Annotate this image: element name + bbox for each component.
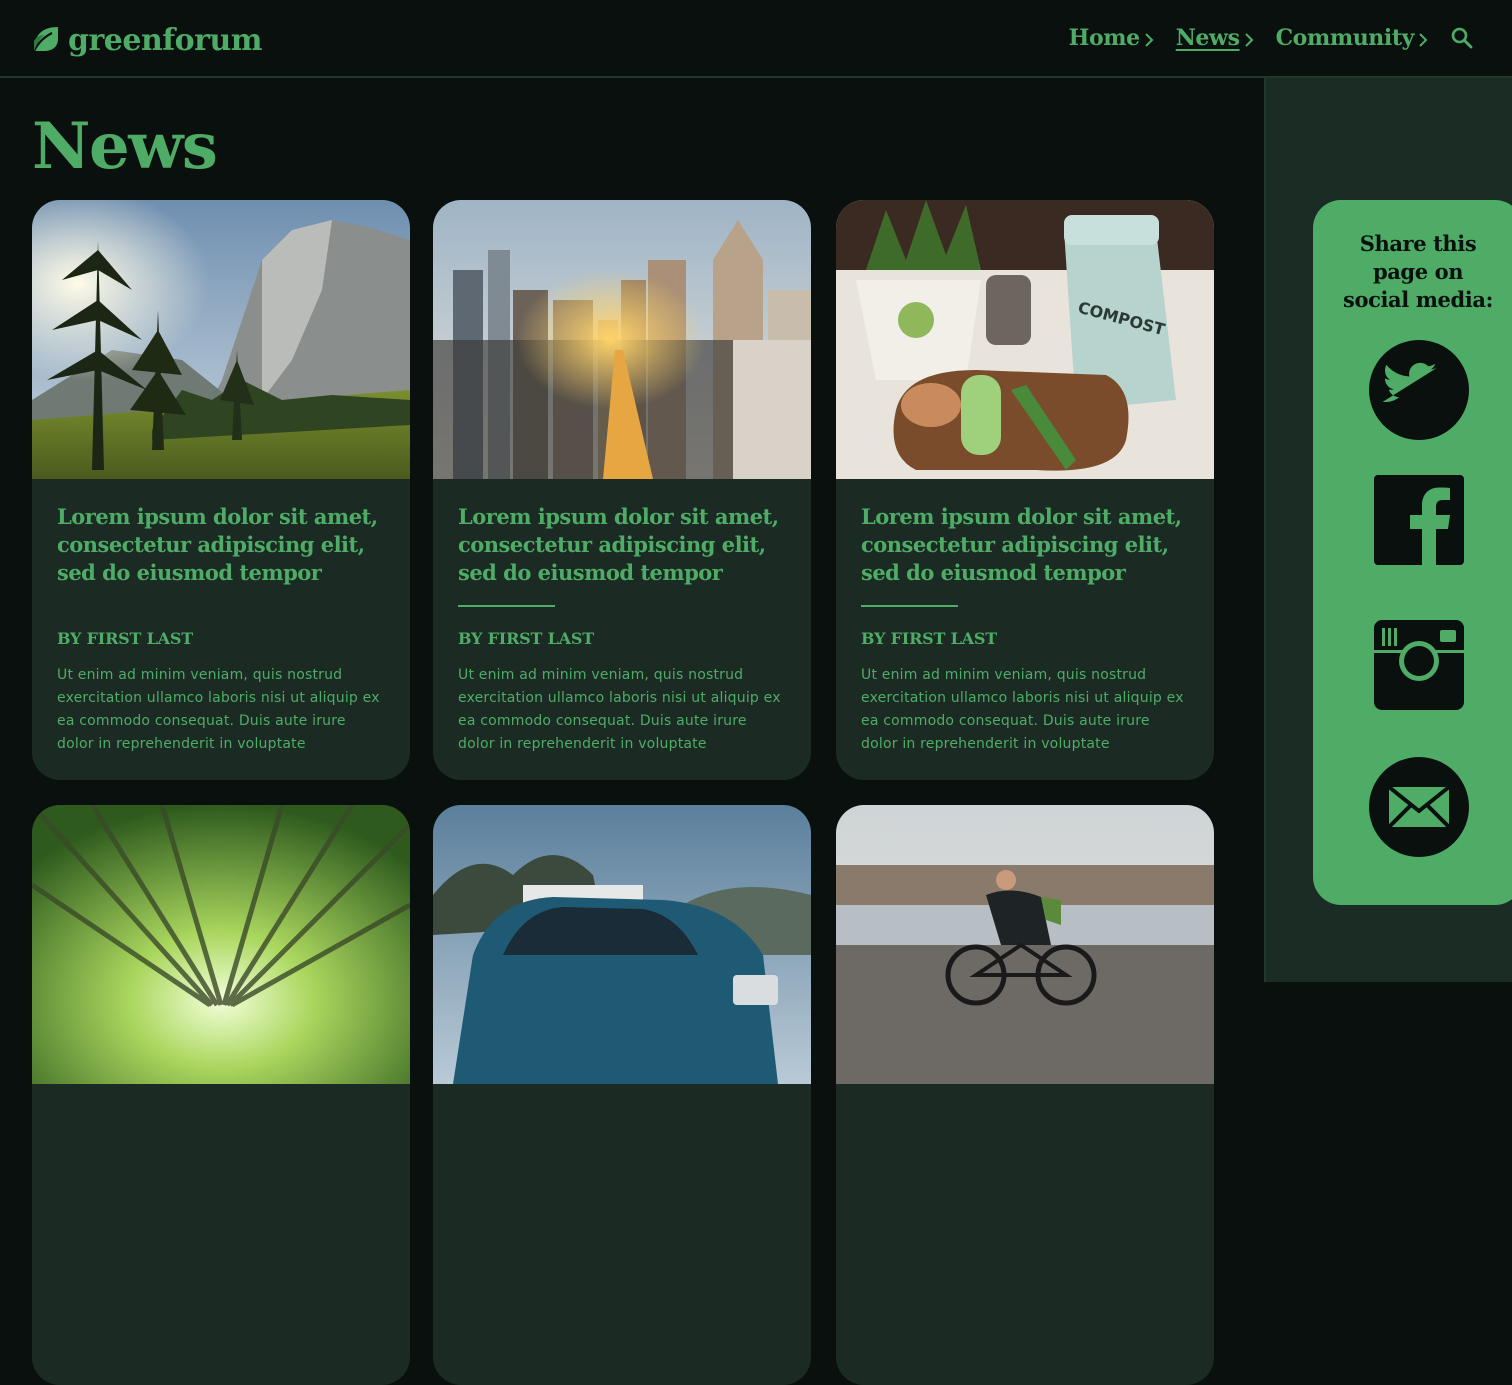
card-title[interactable]: Lorem ipsum dolor sit amet, consectetur … — [57, 503, 385, 587]
card-body: Lorem ipsum dolor sit amet, consectetur … — [836, 479, 1214, 756]
card-byline: BY FIRST LAST — [458, 629, 594, 648]
share-email-button[interactable] — [1369, 757, 1469, 857]
card-divider — [57, 605, 154, 607]
nav-item-community[interactable]: Community — [1276, 25, 1428, 51]
blue-car-image — [433, 805, 811, 1084]
brand-name: greenforum — [68, 23, 263, 58]
news-card[interactable] — [32, 805, 410, 1385]
news-card[interactable]: Lorem ipsum dolor sit amet, consectetur … — [32, 200, 410, 780]
share-panel: Share this page on social media: — [1313, 200, 1512, 905]
page-title: News — [32, 109, 218, 184]
primary-nav: Home News Community — [1069, 25, 1474, 51]
card-excerpt: Ut enim ad minim veniam, quis nostrud ex… — [861, 667, 1184, 752]
site-logo[interactable]: greenforum — [32, 22, 263, 58]
search-icon[interactable] — [1450, 26, 1474, 50]
chevron-right-icon — [1419, 32, 1428, 47]
share-heading: Share this page on social media: — [1313, 230, 1512, 314]
mountain-meadow-image — [32, 200, 410, 479]
chevron-right-icon — [1145, 32, 1154, 47]
nav-item-news[interactable]: News — [1176, 25, 1254, 51]
share-heading-line: page on — [1372, 259, 1464, 284]
news-card[interactable] — [433, 805, 811, 1385]
card-excerpt: Ut enim ad minim veniam, quis nostrud ex… — [458, 667, 781, 752]
nav-item-label: Community — [1275, 25, 1415, 51]
share-twitter-button[interactable] — [1369, 340, 1469, 440]
mail-icon — [1369, 757, 1469, 857]
card-byline: BY FIRST LAST — [57, 629, 193, 648]
news-card[interactable] — [836, 805, 1214, 1385]
top-navigation-bar: greenforum Home News Community — [0, 0, 1512, 78]
card-excerpt: Ut enim ad minim veniam, quis nostrud ex… — [57, 667, 380, 752]
share-facebook-button[interactable] — [1374, 475, 1464, 565]
card-title[interactable]: Lorem ipsum dolor sit amet, consectetur … — [861, 503, 1189, 587]
facebook-icon — [1374, 475, 1464, 565]
card-body: Lorem ipsum dolor sit amet, consectetur … — [32, 479, 410, 756]
leaf-logo-icon — [33, 27, 58, 52]
cyclist-riverside-image — [836, 805, 1214, 1084]
news-card[interactable]: Lorem ipsum dolor sit amet, consectetur … — [433, 200, 811, 780]
nav-item-label: News — [1175, 25, 1240, 51]
card-byline: BY FIRST LAST — [861, 629, 997, 648]
share-instagram-button[interactable] — [1374, 620, 1464, 710]
share-heading-line: social media: — [1343, 287, 1493, 312]
twitter-icon — [1369, 340, 1469, 440]
bamboo-canopy-image — [32, 805, 410, 1084]
nav-item-label: Home — [1068, 25, 1141, 51]
compost-kitchen-image: COMPOST — [836, 200, 1214, 479]
card-divider — [458, 605, 555, 607]
share-heading-line: Share this — [1359, 231, 1477, 256]
card-body: Lorem ipsum dolor sit amet, consectetur … — [433, 479, 811, 756]
news-card[interactable]: COMPOST Lorem ipsum dolor sit amet, cons… — [836, 200, 1214, 780]
chevron-right-icon — [1244, 32, 1253, 47]
card-divider — [861, 605, 958, 607]
card-title[interactable]: Lorem ipsum dolor sit amet, consectetur … — [458, 503, 786, 587]
nav-item-home[interactable]: Home — [1069, 25, 1154, 51]
city-skyline-image — [433, 200, 811, 479]
instagram-icon — [1374, 620, 1464, 710]
